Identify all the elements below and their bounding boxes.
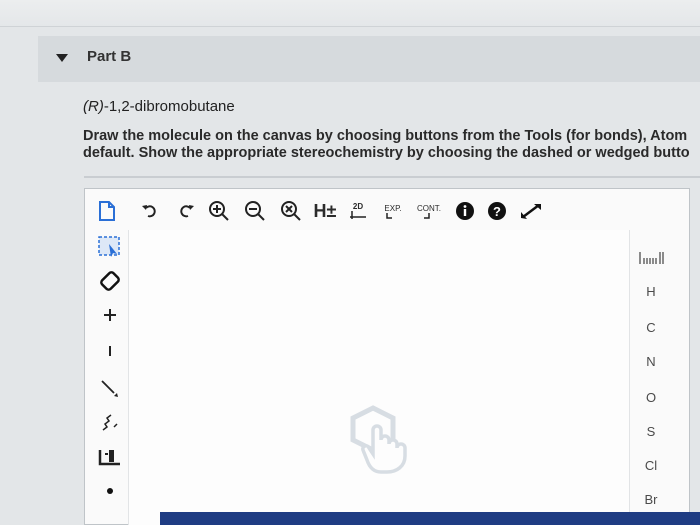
wavy-bond-icon[interactable] xyxy=(92,408,128,438)
contract-label: CONT. xyxy=(417,203,441,213)
select-icon[interactable] xyxy=(92,232,128,262)
expand-icon[interactable]: EXP. xyxy=(379,198,407,224)
zoom-in-icon[interactable] xyxy=(207,198,231,224)
svg-text:?: ? xyxy=(493,204,501,219)
part-header[interactable]: Part B xyxy=(38,36,700,82)
part-title: Part B xyxy=(87,48,132,65)
editor-toolbar: H± 2D EXP. CONT. ? xyxy=(95,198,565,228)
positive-charge-icon[interactable] xyxy=(92,300,128,330)
divider xyxy=(84,176,700,178)
atom-button-c[interactable]: C xyxy=(630,320,672,335)
atom-button-cl[interactable]: Cl xyxy=(630,458,672,473)
collapse-caret-icon[interactable] xyxy=(56,54,68,62)
atom-button-o[interactable]: O xyxy=(630,390,672,405)
zoom-out-icon[interactable] xyxy=(243,198,267,224)
zoom-reset-icon[interactable] xyxy=(279,198,303,224)
molecule-name-rest: -1,2-dibromobutane xyxy=(103,98,235,115)
instructions: Draw the molecule on the canvas by choos… xyxy=(83,128,700,162)
info-icon[interactable] xyxy=(453,198,477,224)
help-icon[interactable]: ? xyxy=(485,198,509,224)
redo-icon[interactable] xyxy=(175,198,197,224)
single-bond-icon[interactable] xyxy=(92,372,128,402)
instruction-line-2: default. Show the appropriate stereochem… xyxy=(83,145,690,161)
contract-icon[interactable]: CONT. xyxy=(413,198,445,224)
radical-icon[interactable] xyxy=(92,476,128,506)
expand-label: EXP. xyxy=(384,203,402,213)
atom-button-h[interactable]: H xyxy=(630,284,672,299)
fullscreen-icon[interactable] xyxy=(517,198,545,224)
undo-icon[interactable] xyxy=(139,198,161,224)
new-document-icon[interactable] xyxy=(95,198,119,224)
drawing-canvas[interactable] xyxy=(128,230,630,525)
top-strip xyxy=(0,0,700,27)
2d-clean-icon[interactable]: 2D xyxy=(345,198,371,224)
negative-charge-icon[interactable] xyxy=(92,336,128,366)
atom-button-br[interactable]: Br xyxy=(630,492,672,507)
stereo-prefix: (R) xyxy=(83,98,104,115)
atom-button-s[interactable]: S xyxy=(630,424,672,439)
2d-label: 2D xyxy=(352,202,364,211)
bottom-bar xyxy=(160,512,700,525)
molecule-name: (R)-1,2-dibromobutane xyxy=(83,98,235,115)
draw-hint-watermark-icon xyxy=(345,404,415,479)
explicit-hydrogen-icon[interactable]: H± xyxy=(311,198,339,224)
template-icon[interactable] xyxy=(92,442,128,472)
instruction-line-1: Draw the molecule on the canvas by choos… xyxy=(83,128,688,144)
periodic-table-icon[interactable] xyxy=(630,250,672,269)
eraser-icon[interactable] xyxy=(92,266,128,296)
atom-button-n[interactable]: N xyxy=(630,354,672,369)
